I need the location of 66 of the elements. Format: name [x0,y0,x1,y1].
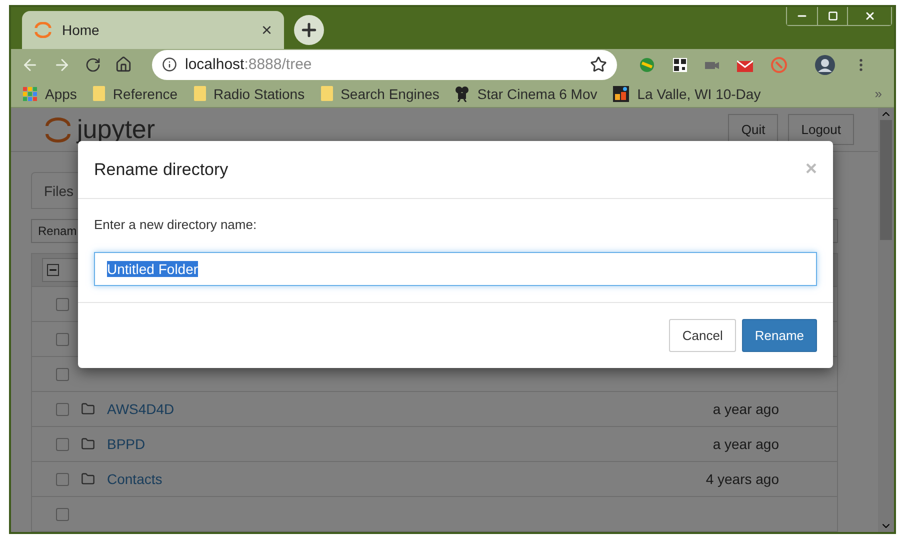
more-bookmarks-button[interactable]: » [874,86,882,102]
maximize-icon [828,11,838,21]
minus-box-icon [47,264,59,276]
mail-icon[interactable] [737,58,753,72]
bookmark-label: Reference [112,86,178,102]
bookmark-star-icon[interactable] [590,56,607,74]
folder-icon [81,472,95,486]
modified-time: 4 years ago [706,471,779,488]
scrollbar-thumb[interactable] [880,120,892,240]
bookmark-label: Star Cinema 6 Mov [477,86,598,102]
bookmark-label: Radio Stations [214,86,305,102]
apps-grid-icon [23,86,37,101]
row-checkbox[interactable] [56,298,69,311]
address-bar[interactable]: localhost:8888/tree [152,50,617,80]
url-host: localhost [185,56,244,74]
circle-logo-icon[interactable] [771,56,787,73]
camera-icon[interactable] [705,60,719,70]
reload-icon[interactable] [85,56,101,73]
row-checkbox[interactable] [56,508,69,521]
folder-icon [81,437,95,452]
scrollbar[interactable] [878,108,894,532]
row-checkbox[interactable] [56,438,69,451]
close-icon [864,10,876,22]
folder-icon [81,402,95,416]
header-button[interactable]: Logout [788,114,854,146]
row-checkbox[interactable] [56,402,69,416]
info-icon [162,57,177,72]
home-icon[interactable] [115,56,132,74]
row-checkbox[interactable] [56,332,69,346]
bookmark-item[interactable]: Radio Stations [194,86,305,102]
tab-title: Home [62,22,100,38]
jupyter-logo-icon [34,22,52,38]
bookmark-item[interactable]: Apps [23,86,77,102]
folder-link[interactable]: BPPD [107,436,701,452]
qr-code-icon[interactable] [673,58,687,72]
rename-button[interactable]: Rename [742,319,817,352]
film-projector-icon [455,86,470,102]
folder-icon [194,86,206,102]
cancel-button[interactable]: Cancel [669,319,736,352]
folder-link[interactable]: Contacts [107,471,694,488]
bookmark-item[interactable]: Search Engines [320,86,440,102]
tab-close-button[interactable]: × [261,20,272,41]
url-path: :8888/tree [244,56,312,74]
jupyter-wordmark: jupyter [77,114,156,146]
folder-link[interactable]: AWS4D4D [107,401,701,418]
directory-name-input[interactable]: Untitled Folder [94,252,817,286]
avatar-icon[interactable] [815,54,835,75]
dialog-prompt: Enter a new directory name: [94,217,258,232]
row-checkbox[interactable] [56,472,69,486]
jupyter-logo-icon [45,116,71,143]
modified-time: a year ago [712,401,779,418]
bookmark-item[interactable]: La Valle, WI 10-Day [613,86,761,102]
bookmark-label: Search Engines [340,86,440,102]
close-window-button[interactable] [847,7,891,25]
bookmark-item[interactable]: Star Cinema 6 Mov [455,86,598,102]
browser-tab[interactable]: Home × [22,11,284,50]
row-checkbox[interactable] [56,368,69,381]
modified-time: a year ago [712,436,779,452]
bookmark-item[interactable]: Reference [92,86,178,102]
folder-icon [92,86,105,102]
globe-icon[interactable] [639,56,655,73]
bookmark-label: Apps [45,86,77,102]
bookmark-label: La Valle, WI 10-Day [637,86,761,102]
folder-icon [320,86,333,102]
new-tab-button[interactable] [294,15,324,46]
weather-logo-icon [613,86,630,102]
